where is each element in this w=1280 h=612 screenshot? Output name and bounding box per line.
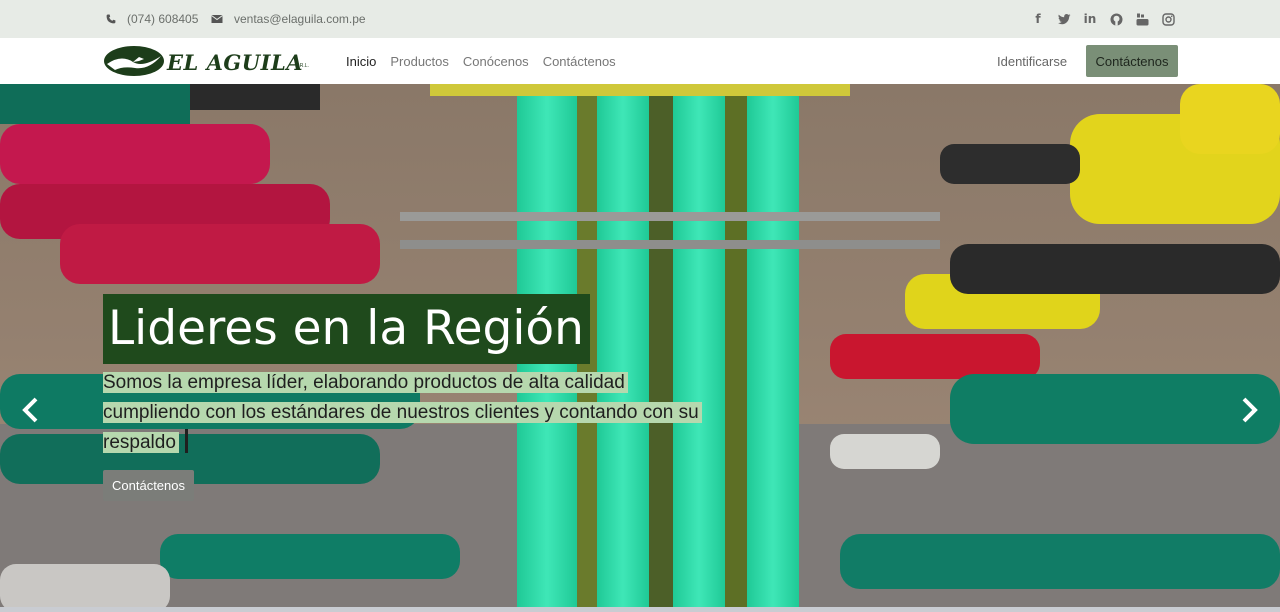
nav-item-productos[interactable]: Productos xyxy=(390,54,449,69)
carousel-prev-button[interactable] xyxy=(18,392,42,428)
login-link[interactable]: Identificarse xyxy=(997,38,1067,84)
main-navbar: EL AGUILA S.R.L. Inicio Productos Conóce… xyxy=(0,38,1280,84)
twitter-icon[interactable] xyxy=(1057,12,1071,26)
social-links: f in xyxy=(1031,0,1175,38)
email-contact[interactable]: ventas@elaguila.com.pe xyxy=(211,0,366,38)
hero-title: Lideres en la Región xyxy=(103,294,590,364)
hero-contact-button[interactable]: Contáctenos xyxy=(103,470,194,501)
top-contact-bar: (074) 608405 ventas@elaguila.com.pe f in xyxy=(0,0,1280,38)
brand-suffix: S.R.L. xyxy=(295,63,309,69)
typing-cursor xyxy=(184,429,188,453)
contact-button[interactable]: Contáctenos xyxy=(1086,45,1178,77)
eagle-logo-icon xyxy=(104,46,164,76)
hero-subtitle: Somos la empresa líder, elaborando produ… xyxy=(103,372,702,453)
github-icon[interactable] xyxy=(1109,12,1123,26)
youtube-icon[interactable] xyxy=(1135,12,1149,26)
chevron-left-icon xyxy=(22,397,38,423)
phone-number: (074) 608405 xyxy=(127,12,199,26)
hero-carousel: Lideres en la Región Somos la empresa lí… xyxy=(0,84,1280,612)
nav-item-conocenos[interactable]: Conócenos xyxy=(463,54,529,69)
facebook-icon[interactable]: f xyxy=(1031,12,1045,26)
hero-subtitle-wrap: Somos la empresa líder, elaborando produ… xyxy=(103,368,703,458)
main-menu: Inicio Productos Conócenos Contáctenos xyxy=(346,38,616,84)
email-address: ventas@elaguila.com.pe xyxy=(234,12,366,26)
hero-caption: Lideres en la Región Somos la empresa lí… xyxy=(103,294,703,501)
linkedin-icon[interactable]: in xyxy=(1083,12,1097,26)
page-bottom-edge xyxy=(0,607,1280,612)
brand-logo[interactable]: EL AGUILA S.R.L. xyxy=(103,44,315,78)
envelope-icon xyxy=(211,15,223,23)
instagram-icon[interactable] xyxy=(1161,12,1175,26)
brand-name: EL AGUILA xyxy=(167,50,304,75)
nav-item-inicio[interactable]: Inicio xyxy=(346,54,376,69)
phone-contact[interactable]: (074) 608405 xyxy=(106,0,198,38)
nav-item-contactenos[interactable]: Contáctenos xyxy=(543,54,616,69)
chevron-right-icon xyxy=(1242,397,1258,423)
carousel-next-button[interactable] xyxy=(1238,392,1262,428)
phone-icon xyxy=(106,14,116,24)
